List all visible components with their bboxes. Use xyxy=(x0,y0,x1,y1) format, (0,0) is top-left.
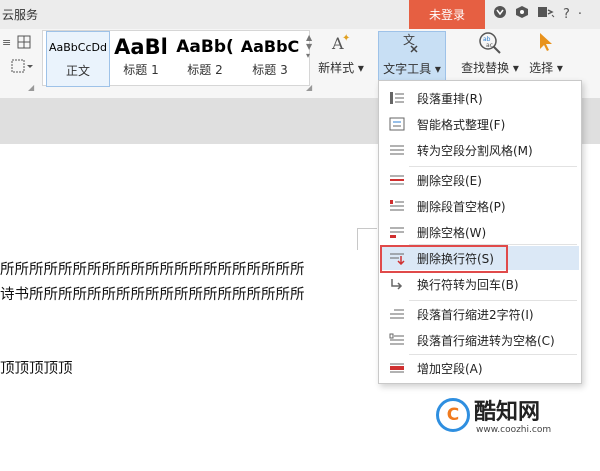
new-style-button[interactable]: A ✦ 新样式 ▾ xyxy=(316,31,366,83)
cursor-arrow-icon xyxy=(526,31,566,59)
menu-item-delete-leading-space[interactable]: 删除段首空格(P) xyxy=(381,194,579,218)
style-heading-3[interactable]: AaBbC 标题 3 xyxy=(238,31,302,85)
watermark: C 酷知网 www.coozhi.com xyxy=(432,392,582,442)
title-icons: ? · xyxy=(493,4,582,24)
watermark-brand: 酷知网 xyxy=(474,400,541,425)
login-button[interactable]: 未登录 xyxy=(409,0,485,29)
coozhi-logo: C xyxy=(436,398,470,432)
style-scroll-icon[interactable]: ▲ ▼ ▾ xyxy=(306,33,314,60)
svg-text:✦: ✦ xyxy=(342,33,350,44)
indent-to-space-icon xyxy=(389,333,405,347)
svg-text:文: 文 xyxy=(403,32,415,47)
para-settings-icon[interactable]: ◢ xyxy=(28,83,34,92)
style-heading-2[interactable]: AaBb( 标题 2 xyxy=(174,31,236,85)
margin-mark-horizontal xyxy=(357,228,377,229)
menu-item-smart-format[interactable]: 智能格式整理(F) xyxy=(381,112,579,136)
border-tools: ≡ xyxy=(2,35,38,83)
style-settings-icon[interactable]: ◢ xyxy=(306,83,312,92)
margin-mark xyxy=(357,228,358,250)
line-break-to-enter-icon xyxy=(389,277,405,291)
hex-icon[interactable] xyxy=(515,5,529,23)
style-normal[interactable]: AaBbCcDd 正文 xyxy=(46,31,110,87)
add-blank-paragraph-icon xyxy=(389,361,405,375)
menu-separator xyxy=(409,300,577,301)
style-gallery: AaBbCcDd 正文 AaBl 标题 1 AaBb( 标题 2 AaBbC 标… xyxy=(42,30,310,87)
svg-text:≡: ≡ xyxy=(2,36,11,49)
menu-separator xyxy=(409,354,577,355)
share-icon[interactable] xyxy=(537,5,555,23)
text-tools-button[interactable]: 文 文字工具 ▾ xyxy=(378,31,446,85)
delete-leading-space-icon xyxy=(389,199,405,213)
svg-text:ac: ac xyxy=(486,42,493,49)
text-tools-icon: 文 xyxy=(379,32,445,60)
more-icon[interactable]: · xyxy=(578,7,582,22)
menu-item-indent-to-space[interactable]: 段落首行缩进转为空格(C) xyxy=(381,328,579,352)
blank-split-icon xyxy=(389,143,405,157)
find-replace-icon: ab ac xyxy=(456,31,524,59)
indent-two-chars-icon xyxy=(389,307,405,321)
menu-item-delete-blank-paragraph[interactable]: 删除空段(E) xyxy=(381,168,579,192)
select-button[interactable]: 选择 ▾ xyxy=(526,31,566,83)
menu-separator xyxy=(409,166,577,167)
delete-space-icon xyxy=(389,225,405,239)
find-replace-button[interactable]: ab ac 查找替换 ▾ xyxy=(456,31,524,83)
document-line[interactable]: 顶顶顶顶顶 xyxy=(0,357,73,378)
menu-item-blank-split[interactable]: 转为空段分割风格(M) xyxy=(381,138,579,162)
document-line[interactable]: 诗书所所所所所所所所所所所所所所所所所所所 xyxy=(0,283,305,304)
title-bar: 云服务 未登录 ? · xyxy=(0,0,600,29)
text-tools-menu: 段落重排(R) 智能格式整理(F) 转为空段分割风格(M) 删除空段(E) 删除… xyxy=(378,80,582,384)
table-border-icon[interactable]: ≡ xyxy=(2,35,38,59)
style-heading-1[interactable]: AaBl 标题 1 xyxy=(110,31,172,85)
menu-item-indent-two-chars[interactable]: 段落首行缩进2字符(I) xyxy=(381,302,579,326)
watermark-url: www.coozhi.com xyxy=(476,425,552,435)
help-icon[interactable]: ? xyxy=(563,7,570,22)
skin-icon[interactable] xyxy=(493,5,507,23)
highlight-box xyxy=(380,245,508,273)
menu-item-line-break-to-enter[interactable]: 换行符转为回车(B) xyxy=(381,272,579,296)
paragraph-reflow-icon xyxy=(389,91,405,105)
menu-item-delete-space[interactable]: 删除空格(W) xyxy=(381,220,579,244)
document-line[interactable]: 所所所所所所所所所所所所所所所所所所所所所 xyxy=(0,258,305,279)
menu-item-paragraph-reflow[interactable]: 段落重排(R) xyxy=(381,86,579,110)
cloud-service-label[interactable]: 云服务 xyxy=(2,6,38,23)
smart-format-icon xyxy=(389,117,405,131)
menu-item-add-blank-paragraph[interactable]: 增加空段(A) xyxy=(381,356,579,380)
new-style-icon: A ✦ xyxy=(316,31,366,59)
delete-blank-paragraph-icon xyxy=(389,173,405,187)
shading-dropdown-icon[interactable] xyxy=(2,59,38,83)
